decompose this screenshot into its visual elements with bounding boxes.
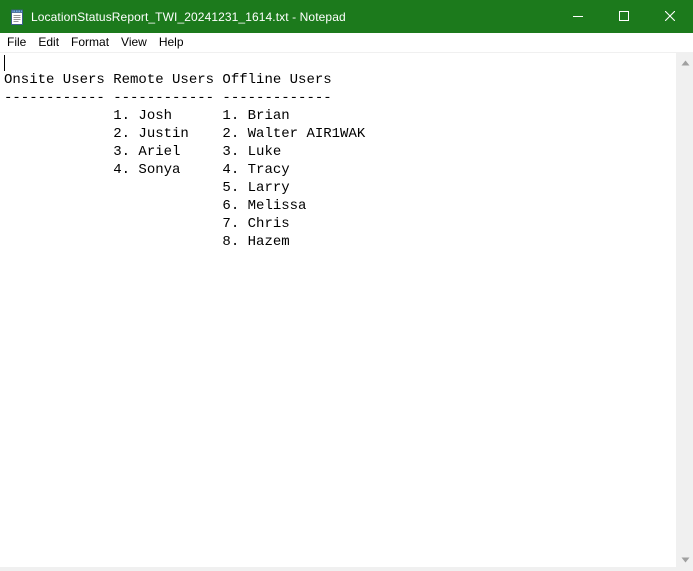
scroll-up-button[interactable] xyxy=(677,53,693,70)
editor-line-header: Onsite Users Remote Users Offline Users xyxy=(4,72,332,88)
scroll-down-button[interactable] xyxy=(677,550,693,567)
menu-help[interactable]: Help xyxy=(153,33,190,52)
minimize-icon xyxy=(573,8,583,26)
maximize-icon xyxy=(619,8,629,26)
scroll-up-arrow-icon xyxy=(681,53,690,71)
title-bar[interactable]: LocationStatusReport_TWI_20241231_1614.t… xyxy=(0,0,693,33)
editor-line: 6. Melissa xyxy=(4,198,307,214)
menu-file[interactable]: File xyxy=(0,33,32,52)
minimize-button[interactable] xyxy=(555,0,601,33)
menu-view[interactable]: View xyxy=(115,33,153,52)
editor-line: 4. Sonya 4. Tracy xyxy=(4,162,290,178)
editor-line: 2. Justin 2. Walter AIR1WAK xyxy=(4,126,366,142)
vertical-scrollbar[interactable] xyxy=(676,53,693,567)
menu-bar: File Edit Format View Help xyxy=(0,33,693,52)
notepad-window: LocationStatusReport_TWI_20241231_1614.t… xyxy=(0,0,693,571)
text-caret xyxy=(4,55,5,71)
scroll-down-arrow-icon xyxy=(681,550,690,568)
menu-format[interactable]: Format xyxy=(65,33,115,52)
editor-line: 7. Chris xyxy=(4,216,290,232)
text-editor-area[interactable]: Onsite Users Remote Users Offline Users … xyxy=(0,53,676,567)
editor-line: 5. Larry xyxy=(4,180,290,196)
editor-line: 3. Ariel 3. Luke xyxy=(4,144,282,160)
notepad-app-icon[interactable] xyxy=(9,9,25,25)
menu-edit[interactable]: Edit xyxy=(32,33,65,52)
editor-text[interactable]: Onsite Users Remote Users Offline Users … xyxy=(0,53,676,251)
maximize-button[interactable] xyxy=(601,0,647,33)
close-icon xyxy=(664,8,676,26)
editor-line: 8. Hazem xyxy=(4,234,290,250)
window-title: LocationStatusReport_TWI_20241231_1614.t… xyxy=(31,9,346,24)
horizontal-scrollbar-edge xyxy=(0,567,693,571)
window-controls xyxy=(555,0,693,33)
editor-line: 1. Josh 1. Brian xyxy=(4,108,290,124)
close-button[interactable] xyxy=(647,0,693,33)
editor-line-separator: ------------ ------------ ------------- xyxy=(4,90,332,106)
